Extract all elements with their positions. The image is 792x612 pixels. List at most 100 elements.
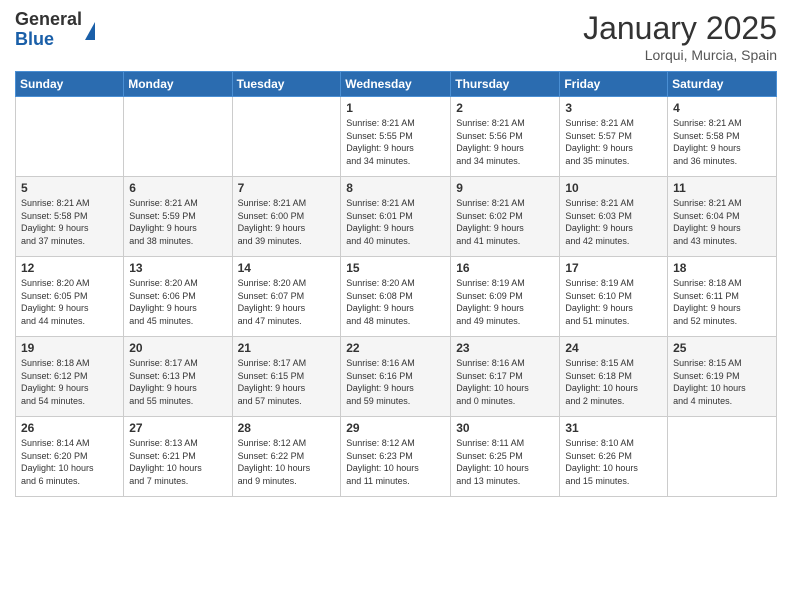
day-info-7: Sunrise: 8:21 AM Sunset: 6:00 PM Dayligh…: [238, 197, 336, 247]
cell-w3-d5: 16 Sunrise: 8:19 AM Sunset: 6:09 PM Dayli…: [451, 257, 560, 337]
cell-w2-d6: 10Sunrise: 8:21 AM Sunset: 6:03 PM Dayli…: [560, 177, 668, 257]
day-info-25: Sunrise: 8:15 AM Sunset: 6:19 PM Dayligh…: [673, 357, 771, 407]
day-number-23: 23: [456, 341, 554, 355]
cell-w2-d5: 9Sunrise: 8:21 AM Sunset: 6:02 PM Daylig…: [451, 177, 560, 257]
day-number-28: 28: [238, 421, 336, 435]
day-info-31: Sunrise: 8:10 AM Sunset: 6:26 PM Dayligh…: [565, 437, 662, 487]
day-info-14: Sunrise: 8:20 AM Sunset: 6:07 PM Dayligh…: [238, 277, 336, 327]
header: General Blue January 2025 Lorqui, Murcia…: [15, 10, 777, 63]
day-number-7: 7: [238, 181, 336, 195]
day-info-20: Sunrise: 8:17 AM Sunset: 6:13 PM Dayligh…: [129, 357, 226, 407]
col-wednesday: Wednesday: [341, 72, 451, 97]
cell-w4-d4: 22Sunrise: 8:16 AM Sunset: 6:16 PM Dayli…: [341, 337, 451, 417]
week-row-4: 19Sunrise: 8:18 AM Sunset: 6:12 PM Dayli…: [16, 337, 777, 417]
page: General Blue January 2025 Lorqui, Murcia…: [0, 0, 792, 612]
day-number-30: 30: [456, 421, 554, 435]
day-number-27: 27: [129, 421, 226, 435]
day-number-15: 15: [346, 261, 445, 275]
day-number-25: 25: [673, 341, 771, 355]
week-row-1: 1 Sunrise: 8:21 AM Sunset: 5:55 PM Daylig…: [16, 97, 777, 177]
cell-w2-d4: 8 Sunrise: 8:21 AM Sunset: 6:01 PM Daylig…: [341, 177, 451, 257]
col-tuesday: Tuesday: [232, 72, 341, 97]
day-number-20: 20: [129, 341, 226, 355]
day-info-28: Sunrise: 8:12 AM Sunset: 6:22 PM Dayligh…: [238, 437, 336, 487]
cell-w1-d4: 1 Sunrise: 8:21 AM Sunset: 5:55 PM Daylig…: [341, 97, 451, 177]
cell-w4-d7: 25 Sunrise: 8:15 AM Sunset: 6:19 PM Dayli…: [668, 337, 777, 417]
logo-text: General Blue: [15, 10, 82, 50]
day-number-1: 1: [346, 101, 445, 115]
day-info-24: Sunrise: 8:15 AM Sunset: 6:18 PM Dayligh…: [565, 357, 662, 407]
day-info-9: Sunrise: 8:21 AM Sunset: 6:02 PM Dayligh…: [456, 197, 554, 247]
day-info-17: Sunrise: 8:19 AM Sunset: 6:10 PM Dayligh…: [565, 277, 662, 327]
day-number-16: 16: [456, 261, 554, 275]
cell-w4-d3: 21Sunrise: 8:17 AM Sunset: 6:15 PM Dayli…: [232, 337, 341, 417]
cell-w4-d2: 20 Sunrise: 8:17 AM Sunset: 6:13 PM Dayli…: [124, 337, 232, 417]
cell-w1-d1: [16, 97, 124, 177]
day-info-29: Sunrise: 8:12 AM Sunset: 6:23 PM Dayligh…: [346, 437, 445, 487]
day-info-1: Sunrise: 8:21 AM Sunset: 5:55 PM Dayligh…: [346, 117, 445, 167]
logo: General Blue: [15, 10, 95, 50]
logo-blue: Blue: [15, 30, 82, 50]
day-number-12: 12: [21, 261, 118, 275]
day-info-16: Sunrise: 8:19 AM Sunset: 6:09 PM Dayligh…: [456, 277, 554, 327]
day-info-12: Sunrise: 8:20 AM Sunset: 6:05 PM Dayligh…: [21, 277, 118, 327]
day-number-3: 3: [565, 101, 662, 115]
cell-w5-d3: 28 Sunrise: 8:12 AM Sunset: 6:22 PM Dayli…: [232, 417, 341, 497]
cell-w3-d1: 12 Sunrise: 8:20 AM Sunset: 6:05 PM Dayli…: [16, 257, 124, 337]
col-thursday: Thursday: [451, 72, 560, 97]
cell-w2-d1: 5 Sunrise: 8:21 AM Sunset: 5:58 PM Daylig…: [16, 177, 124, 257]
cell-w1-d5: 2Sunrise: 8:21 AM Sunset: 5:56 PM Daylig…: [451, 97, 560, 177]
day-info-5: Sunrise: 8:21 AM Sunset: 5:58 PM Dayligh…: [21, 197, 118, 247]
location: Lorqui, Murcia, Spain: [583, 47, 777, 63]
cell-w5-d1: 26Sunrise: 8:14 AM Sunset: 6:20 PM Dayli…: [16, 417, 124, 497]
day-info-23: Sunrise: 8:16 AM Sunset: 6:17 PM Dayligh…: [456, 357, 554, 407]
cell-w5-d4: 29 Sunrise: 8:12 AM Sunset: 6:23 PM Dayli…: [341, 417, 451, 497]
cell-w5-d2: 27 Sunrise: 8:13 AM Sunset: 6:21 PM Dayli…: [124, 417, 232, 497]
cell-w5-d7: [668, 417, 777, 497]
title-section: January 2025 Lorqui, Murcia, Spain: [583, 10, 777, 63]
cell-w3-d2: 13Sunrise: 8:20 AM Sunset: 6:06 PM Dayli…: [124, 257, 232, 337]
col-saturday: Saturday: [668, 72, 777, 97]
day-info-18: Sunrise: 8:18 AM Sunset: 6:11 PM Dayligh…: [673, 277, 771, 327]
week-row-5: 26Sunrise: 8:14 AM Sunset: 6:20 PM Dayli…: [16, 417, 777, 497]
day-number-13: 13: [129, 261, 226, 275]
day-number-5: 5: [21, 181, 118, 195]
day-number-24: 24: [565, 341, 662, 355]
cell-w2-d2: 6Sunrise: 8:21 AM Sunset: 5:59 PM Daylig…: [124, 177, 232, 257]
week-row-2: 5 Sunrise: 8:21 AM Sunset: 5:58 PM Daylig…: [16, 177, 777, 257]
calendar-header-row: Sunday Monday Tuesday Wednesday Thursday…: [16, 72, 777, 97]
day-info-19: Sunrise: 8:18 AM Sunset: 6:12 PM Dayligh…: [21, 357, 118, 407]
cell-w4-d5: 23 Sunrise: 8:16 AM Sunset: 6:17 PM Dayli…: [451, 337, 560, 417]
month-title: January 2025: [583, 10, 777, 47]
week-row-3: 12 Sunrise: 8:20 AM Sunset: 6:05 PM Dayli…: [16, 257, 777, 337]
day-number-8: 8: [346, 181, 445, 195]
day-number-17: 17: [565, 261, 662, 275]
day-info-27: Sunrise: 8:13 AM Sunset: 6:21 PM Dayligh…: [129, 437, 226, 487]
day-number-11: 11: [673, 181, 771, 195]
day-number-29: 29: [346, 421, 445, 435]
day-info-8: Sunrise: 8:21 AM Sunset: 6:01 PM Dayligh…: [346, 197, 445, 247]
cell-w5-d5: 30Sunrise: 8:11 AM Sunset: 6:25 PM Dayli…: [451, 417, 560, 497]
cell-w1-d3: [232, 97, 341, 177]
cell-w5-d6: 31 Sunrise: 8:10 AM Sunset: 6:26 PM Dayli…: [560, 417, 668, 497]
cell-w2-d7: 11Sunrise: 8:21 AM Sunset: 6:04 PM Dayli…: [668, 177, 777, 257]
logo-general: General: [15, 10, 82, 30]
cell-w1-d6: 3 Sunrise: 8:21 AM Sunset: 5:57 PM Daylig…: [560, 97, 668, 177]
day-number-31: 31: [565, 421, 662, 435]
logo-triangle-icon: [85, 22, 95, 40]
cell-w2-d3: 7 Sunrise: 8:21 AM Sunset: 6:00 PM Daylig…: [232, 177, 341, 257]
day-number-4: 4: [673, 101, 771, 115]
cell-w3-d3: 14Sunrise: 8:20 AM Sunset: 6:07 PM Dayli…: [232, 257, 341, 337]
col-friday: Friday: [560, 72, 668, 97]
day-number-22: 22: [346, 341, 445, 355]
cell-w3-d4: 15Sunrise: 8:20 AM Sunset: 6:08 PM Dayli…: [341, 257, 451, 337]
day-info-2: Sunrise: 8:21 AM Sunset: 5:56 PM Dayligh…: [456, 117, 554, 167]
day-number-10: 10: [565, 181, 662, 195]
cell-w1-d2: [124, 97, 232, 177]
day-info-26: Sunrise: 8:14 AM Sunset: 6:20 PM Dayligh…: [21, 437, 118, 487]
day-info-6: Sunrise: 8:21 AM Sunset: 5:59 PM Dayligh…: [129, 197, 226, 247]
day-info-3: Sunrise: 8:21 AM Sunset: 5:57 PM Dayligh…: [565, 117, 662, 167]
calendar: Sunday Monday Tuesday Wednesday Thursday…: [15, 71, 777, 497]
cell-w1-d7: 4Sunrise: 8:21 AM Sunset: 5:58 PM Daylig…: [668, 97, 777, 177]
cell-w3-d7: 18Sunrise: 8:18 AM Sunset: 6:11 PM Dayli…: [668, 257, 777, 337]
